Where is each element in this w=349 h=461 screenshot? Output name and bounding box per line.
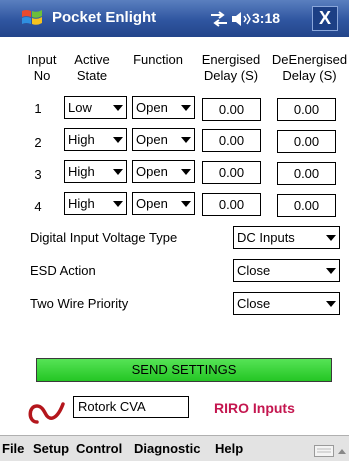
chevron-down-icon <box>113 201 123 207</box>
device-name-field[interactable]: Rotork CVA <box>73 396 189 418</box>
clock[interactable]: 3:18 <box>252 10 280 26</box>
page-label: RIRO Inputs <box>214 400 295 416</box>
send-settings-button[interactable]: SEND SETTINGS <box>36 358 332 382</box>
menu-bar: File Setup Control Diagnostic Help <box>0 435 349 461</box>
deenergised-delay-input[interactable]: 0.00 <box>277 194 336 217</box>
menu-setup[interactable]: Setup <box>33 441 69 456</box>
chevron-down-icon <box>326 235 336 241</box>
voltage-type-label: Digital Input Voltage Type <box>30 230 178 245</box>
volume-icon[interactable] <box>231 10 251 28</box>
chevron-down-icon <box>113 169 123 175</box>
menu-diagnostic[interactable]: Diagnostic <box>134 441 200 456</box>
deenergised-delay-input[interactable]: 0.00 <box>277 130 336 153</box>
active-state-select[interactable]: High <box>64 192 127 215</box>
energised-delay-input[interactable]: 0.00 <box>202 193 261 216</box>
row-number: 2 <box>34 135 42 150</box>
header-energised-delay: Energised Delay (S) <box>201 52 261 83</box>
header-input-no: Input No <box>27 52 57 83</box>
chevron-down-icon <box>181 137 191 143</box>
esd-action-select[interactable]: Close <box>233 259 340 282</box>
energised-delay-input[interactable]: 0.00 <box>202 98 261 121</box>
function-select[interactable]: Open <box>132 128 195 151</box>
two-wire-priority-select[interactable]: Close <box>233 292 340 315</box>
function-select[interactable]: Open <box>132 160 195 183</box>
deenergised-delay-input[interactable]: 0.00 <box>277 98 336 121</box>
chevron-down-icon <box>181 169 191 175</box>
connectivity-icon[interactable] <box>209 11 229 27</box>
function-select[interactable]: Open <box>132 96 195 119</box>
windows-start-icon[interactable] <box>20 7 44 29</box>
chevron-down-icon <box>181 105 191 111</box>
row-number: 1 <box>34 101 42 116</box>
menu-control[interactable]: Control <box>76 441 122 456</box>
header-deenergised-delay: DeEnergised Delay (S) <box>271 52 348 83</box>
deenergised-delay-input[interactable]: 0.00 <box>277 162 336 185</box>
row-number: 3 <box>34 167 42 182</box>
active-state-select[interactable]: High <box>64 128 127 151</box>
menu-help[interactable]: Help <box>215 441 243 456</box>
two-wire-priority-label: Two Wire Priority <box>30 296 129 311</box>
active-state-select[interactable]: High <box>64 160 127 183</box>
chevron-down-icon <box>181 201 191 207</box>
rotork-logo-icon <box>28 402 65 424</box>
app-title: Pocket Enlight <box>52 9 157 26</box>
chevron-down-icon <box>326 301 336 307</box>
chevron-down-icon <box>113 105 123 111</box>
chevron-down-icon <box>113 137 123 143</box>
active-state-select[interactable]: Low <box>64 96 127 119</box>
esd-action-label: ESD Action <box>30 263 96 278</box>
chevron-down-icon <box>326 268 336 274</box>
header-active-state: Active State <box>74 52 110 83</box>
function-select[interactable]: Open <box>132 192 195 215</box>
chevron-up-icon[interactable] <box>338 449 346 454</box>
row-number: 4 <box>34 199 42 214</box>
menu-file[interactable]: File <box>2 441 24 456</box>
energised-delay-input[interactable]: 0.00 <box>202 161 261 184</box>
title-bar: Pocket Enlight 3:18 X <box>0 0 349 37</box>
close-button[interactable]: X <box>312 6 338 31</box>
header-function: Function <box>133 52 183 67</box>
voltage-type-select[interactable]: DC Inputs <box>233 226 340 249</box>
energised-delay-input[interactable]: 0.00 <box>202 129 261 152</box>
keyboard-icon[interactable] <box>314 445 334 457</box>
